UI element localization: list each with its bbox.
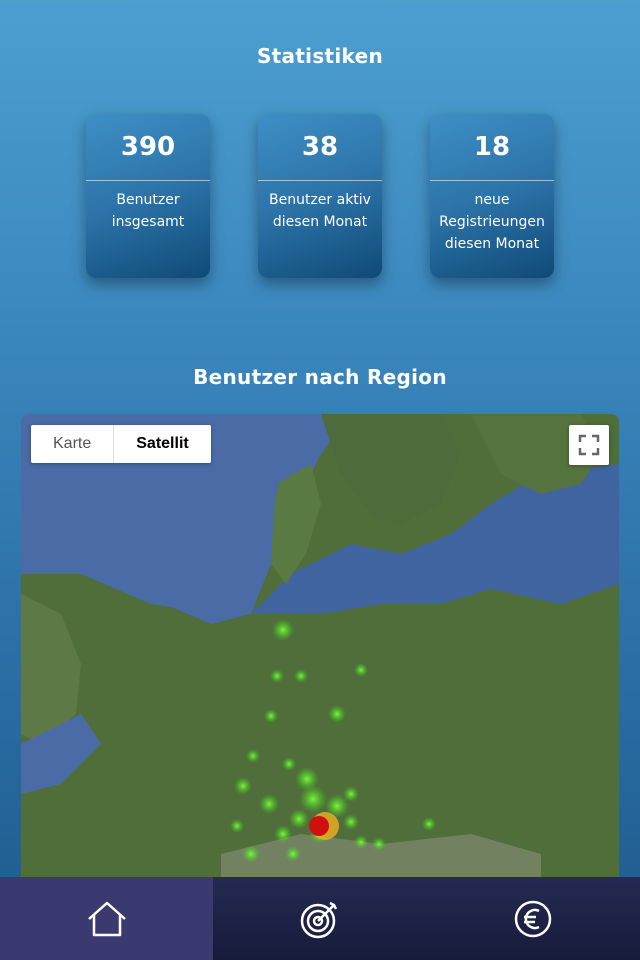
fullscreen-button[interactable] (569, 425, 609, 465)
region-title: Benutzer nach Region (193, 365, 447, 389)
statistics-title: Statistiken (256, 44, 384, 68)
nav-target-tab[interactable] (213, 877, 427, 960)
stat-card-active-users: 38 Benutzer aktiv diesen Monat (258, 114, 382, 278)
nav-euro-tab[interactable] (427, 877, 640, 960)
map-type-karte-button[interactable]: Karte (31, 425, 113, 463)
satellite-map-image (21, 414, 619, 890)
bottom-navigation (0, 877, 640, 960)
map-type-control: Karte Satellit (31, 425, 211, 463)
users-by-region-map[interactable]: Karte Satellit (21, 414, 619, 890)
stat-card-total-users: 390 Benutzer insgesamt (86, 114, 210, 278)
stat-value: 390 (86, 114, 210, 181)
stat-label: neue Registrieungen diesen Monat (439, 192, 545, 252)
stat-value: 38 (258, 114, 382, 181)
stat-card-new-registrations: 18 neue Registrieungen diesen Monat (430, 114, 554, 278)
stat-label: Benutzer aktiv diesen Monat (269, 192, 371, 230)
nav-home-tab[interactable] (0, 877, 213, 960)
stat-label: Benutzer insgesamt (111, 192, 185, 230)
euro-icon (515, 900, 552, 937)
fullscreen-icon (578, 434, 600, 456)
stat-value: 18 (430, 114, 554, 181)
target-icon (300, 901, 337, 938)
home-icon (87, 901, 126, 936)
map-type-satellite-button[interactable]: Satellit (113, 425, 210, 463)
